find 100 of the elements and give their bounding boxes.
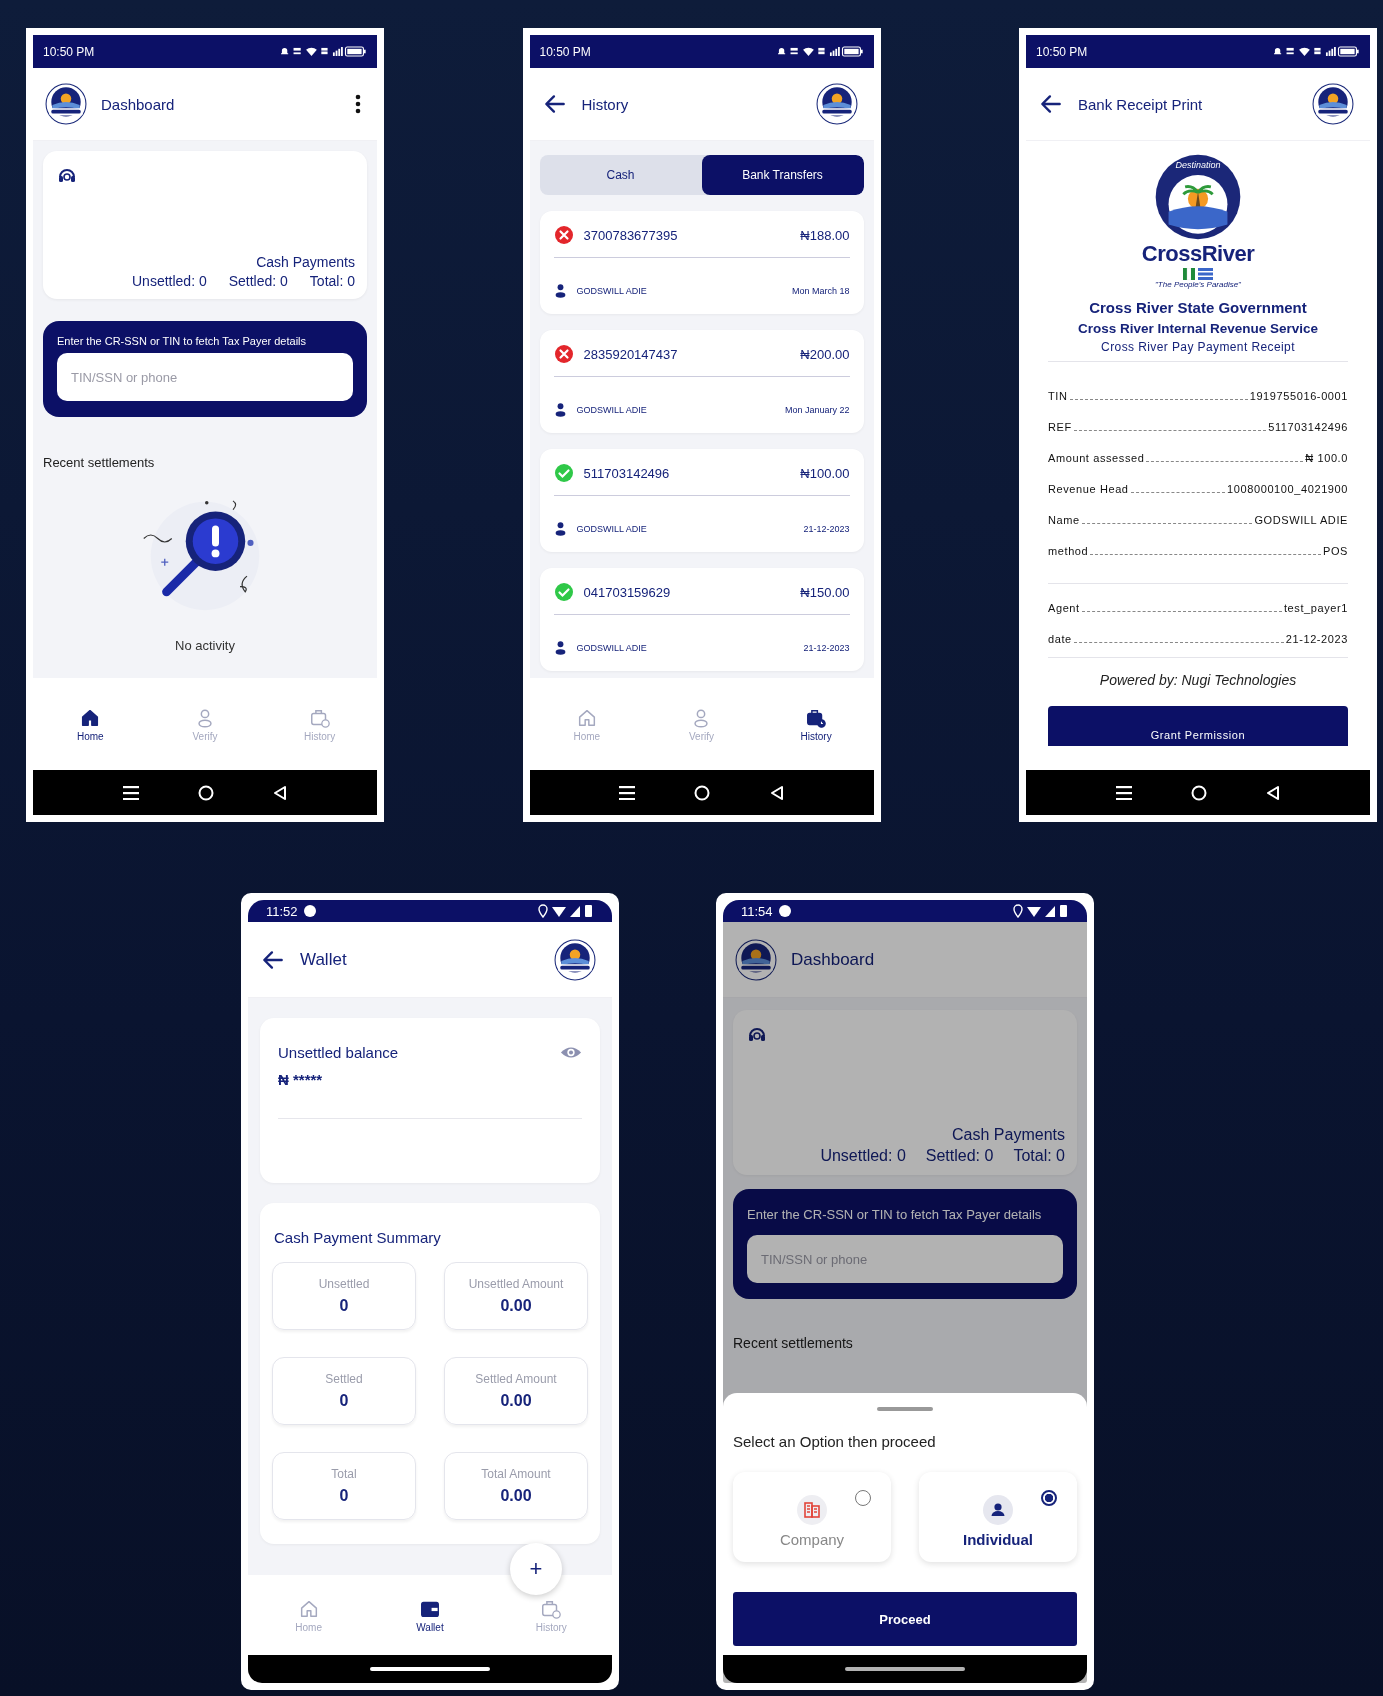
transaction-date: 21-12-2023 <box>803 642 850 653</box>
option-card[interactable]: Individual <box>919 1472 1077 1562</box>
amount: ₦188.00 <box>800 227 850 243</box>
screen-title: Wallet <box>300 949 347 970</box>
transaction-card[interactable]: 3700783677395 ₦188.00 GODSWILL ADIE Mon March 18 <box>539 211 864 314</box>
transaction-date: 21-12-2023 <box>803 523 850 534</box>
screen-title: History <box>581 95 629 113</box>
tile-value: 0 <box>339 1487 349 1505</box>
status-time: 10:50 PM <box>1036 44 1088 59</box>
field-value: POS <box>1322 545 1348 557</box>
eye-icon[interactable] <box>560 1045 582 1060</box>
back-icon[interactable] <box>273 784 288 801</box>
logo-tagline: "The People's Paradise" <box>1155 280 1241 289</box>
tile-label: Unsettled <box>318 1277 370 1291</box>
back-icon[interactable] <box>769 784 784 801</box>
field-value: test_payer1 <box>1283 602 1348 614</box>
nav-tab[interactable]: Home <box>55 706 126 742</box>
logo-icon <box>45 83 87 125</box>
sheet-title: Select an Option then proceed <box>733 1433 937 1450</box>
screen-title: Dashboard <box>791 949 875 970</box>
transaction-card[interactable]: 041703159629 ₦150.00 GODSWILL ADIE 21-12-2023 <box>539 568 864 671</box>
transaction-date: Mon March 18 <box>791 285 850 296</box>
logo-arc-text: Destination <box>1174 160 1222 170</box>
grant-permission-button[interactable]: Grant Permission <box>1048 706 1348 746</box>
transaction-card[interactable]: 511703142496 ₦100.00 GODSWILL ADIE 21-12-2023 <box>539 449 864 552</box>
field-value: 21-12-2023 <box>1285 633 1348 645</box>
search-field[interactable]: TIN/SSN or phone <box>747 1235 1063 1283</box>
tab[interactable]: Bank Transfers <box>701 155 864 195</box>
field-value: 1008000100_4021900 <box>1227 483 1348 495</box>
more-icon[interactable] <box>355 94 361 114</box>
panel-title: Cash Payment Summary <box>274 1229 442 1246</box>
payer-name: GODSWILL ADIE <box>576 285 648 296</box>
search-field[interactable]: TIN/SSN or phone <box>57 353 353 401</box>
field-value: 1919755016-0001 <box>1249 390 1348 402</box>
notification-dot-icon <box>303 905 316 917</box>
amount: ₦200.00 <box>800 346 850 362</box>
status-time: 11:54 <box>741 903 773 919</box>
tab[interactable]: Cash <box>539 155 702 195</box>
amount: ₦100.00 <box>800 465 850 481</box>
recents-icon[interactable] <box>1115 785 1132 800</box>
field-label: method <box>1048 545 1089 557</box>
tile-label: Settled Amount <box>475 1372 557 1386</box>
tile-label: Settled <box>325 1372 363 1386</box>
radio-button[interactable] <box>855 1490 871 1506</box>
stat-text: Unsettled: 0 <box>132 273 207 289</box>
field-label: Agent <box>1048 602 1080 614</box>
person-icon <box>553 640 567 655</box>
logo-icon <box>815 83 858 125</box>
stat-text: Settled: 0 <box>925 1147 994 1165</box>
proceed-button[interactable]: Proceed <box>733 1592 1077 1646</box>
section-heading: Recent settlements <box>733 1335 854 1351</box>
status-icons-drawing <box>1013 904 1069 918</box>
receipt-heading: Cross River Pay Payment Receipt <box>1100 340 1296 354</box>
lookup-label: Enter the CR-SSN or TIN to fetch Tax Payer details <box>747 1206 1043 1224</box>
recents-icon[interactable] <box>619 785 636 800</box>
success-icon <box>553 463 574 483</box>
home-button-icon[interactable] <box>694 784 711 801</box>
person-icon <box>553 402 567 417</box>
payer-name: GODSWILL ADIE <box>576 404 648 415</box>
field-value: 511703142496 <box>1268 421 1348 433</box>
reference-number: 2835920147437 <box>583 346 679 362</box>
transaction-card[interactable]: 2835920147437 ₦200.00 GODSWILL ADIE Mon January 22 <box>539 330 864 433</box>
reference-number: 041703159629 <box>583 584 672 600</box>
notification-dot-icon <box>778 905 791 917</box>
field-value: ₦ 100.0 <box>1305 452 1348 464</box>
nav-tab[interactable]: History <box>781 706 852 742</box>
logo-icon <box>735 938 777 981</box>
field-label: REF <box>1048 421 1072 433</box>
failed-icon <box>553 225 574 245</box>
tile-value: 0.00 <box>500 1487 532 1505</box>
building-icon <box>797 1495 827 1525</box>
transaction-date: Mon January 22 <box>784 404 850 415</box>
radio-button[interactable] <box>1041 1490 1057 1506</box>
success-icon <box>553 582 574 602</box>
field-label: Name <box>1048 514 1080 526</box>
stat-text: Total: 0 <box>1013 1147 1065 1165</box>
home-button-icon[interactable] <box>1191 784 1207 801</box>
tile-value: 0 <box>339 1392 349 1410</box>
home-button-icon[interactable] <box>198 784 214 801</box>
reference-number: 3700783677395 <box>583 227 679 243</box>
status-time: 10:50 PM <box>43 44 95 59</box>
option-card[interactable]: Company <box>733 1472 891 1562</box>
recents-icon[interactable] <box>122 785 139 800</box>
stat-text: Settled: 0 <box>228 273 288 289</box>
back-icon[interactable] <box>1266 784 1281 801</box>
tile-label: Total <box>331 1467 357 1481</box>
receipt-heading: Cross River Internal Revenue Service <box>1076 321 1320 336</box>
payer-name: GODSWILL ADIE <box>576 642 648 653</box>
status-icons-drawing <box>538 904 594 918</box>
failed-icon <box>553 344 574 364</box>
amount: ₦150.00 <box>800 584 850 600</box>
stat-text: Unsettled: 0 <box>820 1147 906 1165</box>
nav-tab[interactable]: Wallet <box>395 1597 465 1633</box>
status-time: 11:52 <box>266 903 298 919</box>
tile-value: 0 <box>339 1297 349 1315</box>
flag-icon <box>1183 268 1213 280</box>
field-label: TIN <box>1048 390 1068 402</box>
reference-number: 511703142496 <box>583 465 671 481</box>
section-heading: Recent settlements <box>43 455 156 470</box>
balance-label: Unsettled balance <box>278 1044 399 1061</box>
